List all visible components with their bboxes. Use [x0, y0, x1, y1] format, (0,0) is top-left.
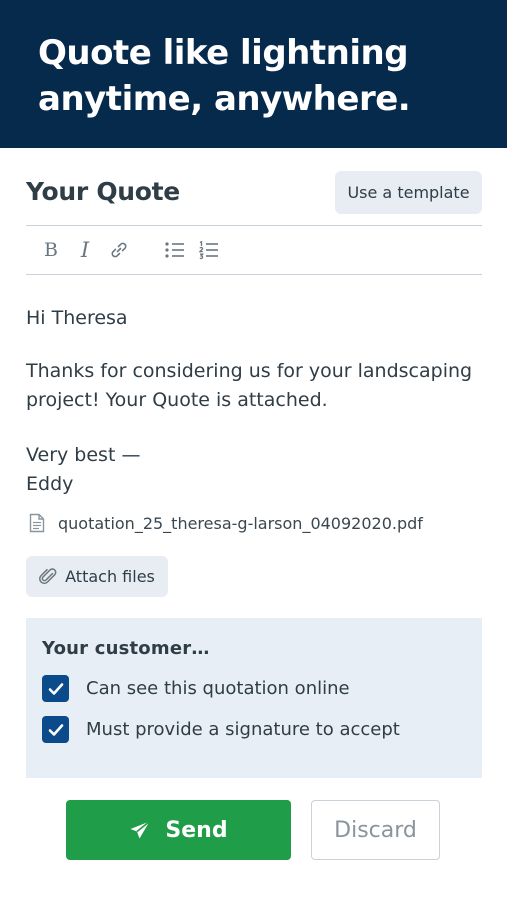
page-title: Your Quote — [26, 177, 180, 206]
formatting-toolbar: B I — [26, 225, 482, 275]
checkmark-icon — [48, 682, 63, 695]
customer-options-title: Your customer… — [42, 638, 210, 659]
option-require-signature[interactable]: Must provide a signature to accept — [42, 716, 466, 743]
message-greeting[interactable]: Hi Theresa — [26, 304, 128, 333]
bold-button[interactable]: B — [34, 233, 68, 267]
link-icon — [111, 242, 127, 258]
numbered-list-icon — [198, 240, 218, 260]
bold-icon: B — [44, 239, 58, 261]
discard-button[interactable]: Discard — [311, 800, 440, 860]
option-view-online[interactable]: Can see this quotation online — [42, 675, 466, 702]
attach-files-label: Attach files — [65, 567, 155, 586]
message-signature-name[interactable]: Eddy — [26, 470, 73, 499]
message-body[interactable]: Thanks for considering us for your lands… — [26, 357, 482, 415]
bulleted-list-icon — [165, 242, 184, 258]
banner-headline-line-1: Quote like lightning — [38, 33, 409, 73]
attachment-filename: quotation_25_theresa-g-larson_04092020.p… — [58, 513, 423, 533]
paperclip-icon — [39, 567, 57, 584]
require-signature-label: Must provide a signature to accept — [86, 719, 400, 740]
message-signoff[interactable]: Very best — — [26, 441, 140, 470]
link-button[interactable] — [102, 233, 136, 267]
checkmark-icon — [48, 723, 63, 736]
numbered-list-button[interactable] — [192, 233, 226, 267]
send-label: Send — [165, 817, 228, 843]
italic-icon: I — [80, 238, 90, 262]
view-online-label: Can see this quotation online — [86, 678, 350, 699]
customer-options-panel: Your customer… Can see this quotation on… — [26, 618, 482, 778]
attach-files-button[interactable]: Attach files — [26, 556, 168, 597]
banner-headline-line-2: anytime, anywhere. — [38, 79, 411, 119]
view-online-checkbox[interactable] — [42, 675, 69, 702]
paper-plane-icon — [130, 820, 151, 839]
promo-banner: Quote like lightning anytime, anywhere. — [0, 0, 507, 148]
italic-button[interactable]: I — [68, 233, 102, 267]
document-icon — [26, 512, 48, 534]
use-template-button[interactable]: Use a template — [335, 171, 482, 214]
bulleted-list-button[interactable] — [158, 233, 192, 267]
require-signature-checkbox[interactable] — [42, 716, 69, 743]
send-button[interactable]: Send — [66, 800, 291, 860]
attached-file[interactable]: quotation_25_theresa-g-larson_04092020.p… — [26, 512, 423, 534]
